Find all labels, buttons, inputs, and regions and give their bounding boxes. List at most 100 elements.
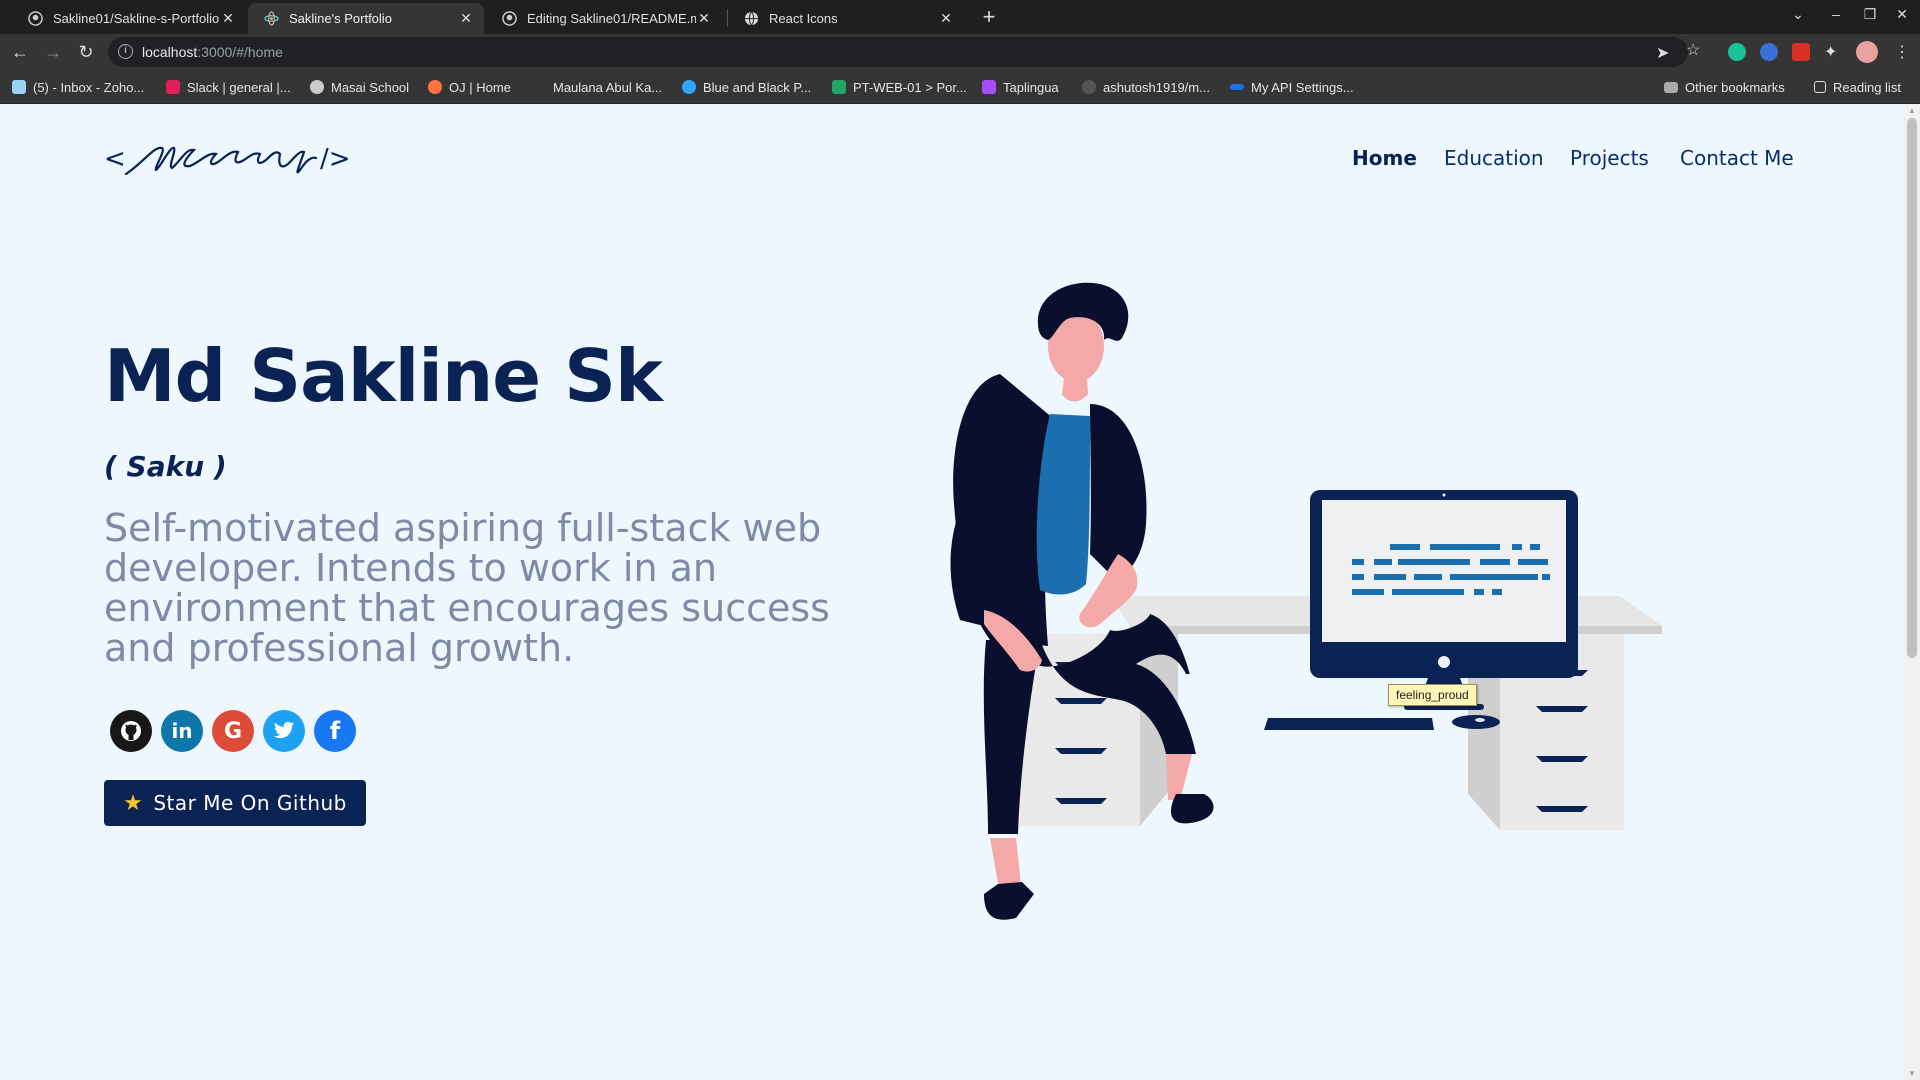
tab-label: Editing Sakline01/README.m bbox=[527, 11, 696, 26]
site-info-icon[interactable]: i bbox=[118, 44, 133, 59]
google-social-button[interactable]: G bbox=[212, 710, 254, 752]
tab-label: Sakline01/Sakline-s-Portfolio bbox=[53, 11, 220, 26]
signature-logo[interactable]: < /> bbox=[104, 134, 354, 184]
slack-icon bbox=[166, 80, 180, 94]
maximize-icon[interactable]: ❐ bbox=[1860, 6, 1880, 23]
close-icon[interactable]: ✕ bbox=[220, 10, 236, 27]
tab-github-repo[interactable]: Sakline01/Sakline-s-Portfolio ✕ bbox=[12, 3, 246, 34]
window-close-icon[interactable]: ✕ bbox=[1892, 6, 1912, 23]
address-bar[interactable]: i localhost:3000/#/home ➤ bbox=[108, 37, 1688, 67]
oj-icon bbox=[428, 80, 442, 94]
scrollbar-thumb[interactable] bbox=[1907, 118, 1917, 658]
nav-education[interactable]: Education bbox=[1444, 146, 1544, 170]
bookmark-item[interactable]: Slack | general |... bbox=[166, 78, 291, 96]
globe-icon bbox=[310, 80, 324, 94]
taplingua-icon bbox=[982, 80, 996, 94]
canva-icon bbox=[682, 80, 696, 94]
bookmark-label: PT-WEB-01 > Por... bbox=[853, 79, 967, 95]
reading-list[interactable]: Reading list bbox=[1814, 78, 1901, 96]
star-button-label: Star Me On Github bbox=[153, 791, 347, 815]
folder-icon bbox=[1664, 81, 1678, 93]
back-icon[interactable]: ← bbox=[10, 42, 30, 62]
facebook-icon: f bbox=[329, 717, 341, 745]
bookmark-label: My API Settings... bbox=[1251, 79, 1354, 95]
bookmark-item[interactable]: Taplingua bbox=[982, 78, 1059, 96]
forward-icon[interactable]: → bbox=[43, 42, 63, 62]
bookmark-item[interactable]: Maulana Abul Ka... bbox=[532, 78, 662, 96]
github-icon bbox=[121, 721, 141, 741]
scroll-up-arrow-icon[interactable]: ▲ bbox=[1908, 106, 1916, 115]
svg-text:/>: /> bbox=[320, 144, 351, 174]
sheets-icon bbox=[832, 80, 846, 94]
github-icon bbox=[28, 11, 43, 26]
bookmark-item[interactable]: PT-WEB-01 > Por... bbox=[832, 78, 967, 96]
google-icon: G bbox=[223, 718, 243, 744]
url-text[interactable]: localhost:3000/#/home bbox=[142, 44, 283, 60]
menu-kebab-icon[interactable]: ⋮ bbox=[1894, 42, 1910, 62]
close-icon[interactable]: ✕ bbox=[938, 10, 954, 27]
other-bookmarks-label: Other bookmarks bbox=[1685, 79, 1785, 95]
react-icon bbox=[264, 11, 279, 26]
hero-description: Self-motivated aspiring full-stack web d… bbox=[104, 506, 830, 670]
bookmark-item[interactable]: Blue and Black P... bbox=[682, 78, 811, 96]
extension-icon[interactable] bbox=[1760, 43, 1778, 61]
nav-home[interactable]: Home bbox=[1352, 146, 1417, 170]
bookmark-item[interactable]: My API Settings... bbox=[1230, 78, 1354, 96]
tab-label: React Icons bbox=[769, 11, 838, 26]
hero-name: Md Sakline Sk bbox=[104, 334, 663, 418]
tab-label: Sakline's Portfolio bbox=[289, 11, 392, 26]
reading-list-icon bbox=[1814, 81, 1826, 93]
facebook-social-button[interactable]: f bbox=[314, 710, 356, 752]
bookmarks-bar: (5) - Inbox - Zoho... Slack | general |.… bbox=[0, 70, 1920, 104]
bookmark-label: Taplingua bbox=[1003, 79, 1059, 95]
reload-icon[interactable]: ↻ bbox=[76, 42, 96, 62]
tab-portfolio[interactable]: Sakline's Portfolio ✕ bbox=[248, 3, 484, 34]
star-on-github-button[interactable]: ★ Star Me On Github bbox=[104, 780, 366, 826]
bookmark-label: Maulana Abul Ka... bbox=[553, 79, 663, 95]
tab-editing-readme[interactable]: Editing Sakline01/README.m ✕ bbox=[486, 3, 722, 34]
star-icon: ★ bbox=[123, 790, 144, 816]
bookmark-label: Masai School bbox=[331, 79, 410, 95]
bookmark-label: OJ | Home bbox=[449, 79, 511, 95]
zoho-icon bbox=[12, 80, 26, 94]
close-icon[interactable]: ✕ bbox=[696, 10, 712, 27]
illustration-tooltip: feeling_proud bbox=[1388, 684, 1477, 706]
globe-icon bbox=[744, 11, 759, 26]
page-icon bbox=[532, 80, 546, 94]
github-social-button[interactable] bbox=[110, 710, 152, 752]
bookmark-label: Slack | general |... bbox=[187, 79, 291, 95]
other-bookmarks[interactable]: Other bookmarks bbox=[1664, 78, 1785, 96]
linkedin-icon: in bbox=[171, 719, 193, 743]
bookmark-item[interactable]: OJ | Home bbox=[428, 78, 511, 96]
tab-search-icon[interactable]: ⌄ bbox=[1788, 6, 1808, 23]
scroll-down-arrow-icon[interactable]: ▼ bbox=[1908, 1069, 1916, 1078]
bookmark-label: (5) - Inbox - Zoho... bbox=[33, 79, 145, 95]
svg-text:<: < bbox=[104, 144, 126, 174]
bookmark-item[interactable]: Masai School bbox=[310, 78, 409, 96]
reading-list-label: Reading list bbox=[1833, 79, 1901, 95]
linkedin-social-button[interactable]: in bbox=[161, 710, 203, 752]
extensions-puzzle-icon[interactable]: ✦ bbox=[1824, 42, 1837, 62]
page-scrollbar[interactable]: ▲ ▼ bbox=[1904, 104, 1920, 1080]
bookmark-item[interactable]: (5) - Inbox - Zoho... bbox=[12, 78, 144, 96]
github-icon bbox=[1082, 80, 1096, 94]
portfolio-page: < /> Home Education Projects Contact Me … bbox=[0, 104, 1904, 1080]
hero-illustration bbox=[950, 282, 1662, 920]
bookmark-item[interactable]: ashutosh1919/m... bbox=[1082, 78, 1210, 96]
grammarly-icon[interactable] bbox=[1728, 43, 1746, 61]
api-icon bbox=[1230, 84, 1244, 90]
new-tab-button[interactable]: + bbox=[976, 4, 1002, 30]
tab-react-icons[interactable]: React Icons ✕ bbox=[728, 3, 964, 34]
bookmark-star-icon[interactable]: ☆ bbox=[1686, 40, 1700, 60]
twitter-social-button[interactable] bbox=[263, 710, 305, 752]
tab-strip: Sakline01/Sakline-s-Portfolio ✕ Sakline'… bbox=[0, 0, 1920, 34]
minimize-icon[interactable]: – bbox=[1826, 6, 1846, 22]
nav-contact-me[interactable]: Contact Me bbox=[1680, 146, 1794, 170]
profile-avatar[interactable] bbox=[1856, 41, 1878, 63]
bookmark-label: Blue and Black P... bbox=[703, 79, 812, 95]
extension-red-icon[interactable] bbox=[1792, 43, 1810, 61]
nav-projects[interactable]: Projects bbox=[1570, 146, 1649, 170]
close-icon[interactable]: ✕ bbox=[458, 10, 474, 27]
send-tab-icon[interactable]: ➤ bbox=[1656, 43, 1669, 63]
browser-toolbar: ← → ↻ i localhost:3000/#/home ➤ ☆ ✦ ⋮ bbox=[0, 34, 1920, 70]
